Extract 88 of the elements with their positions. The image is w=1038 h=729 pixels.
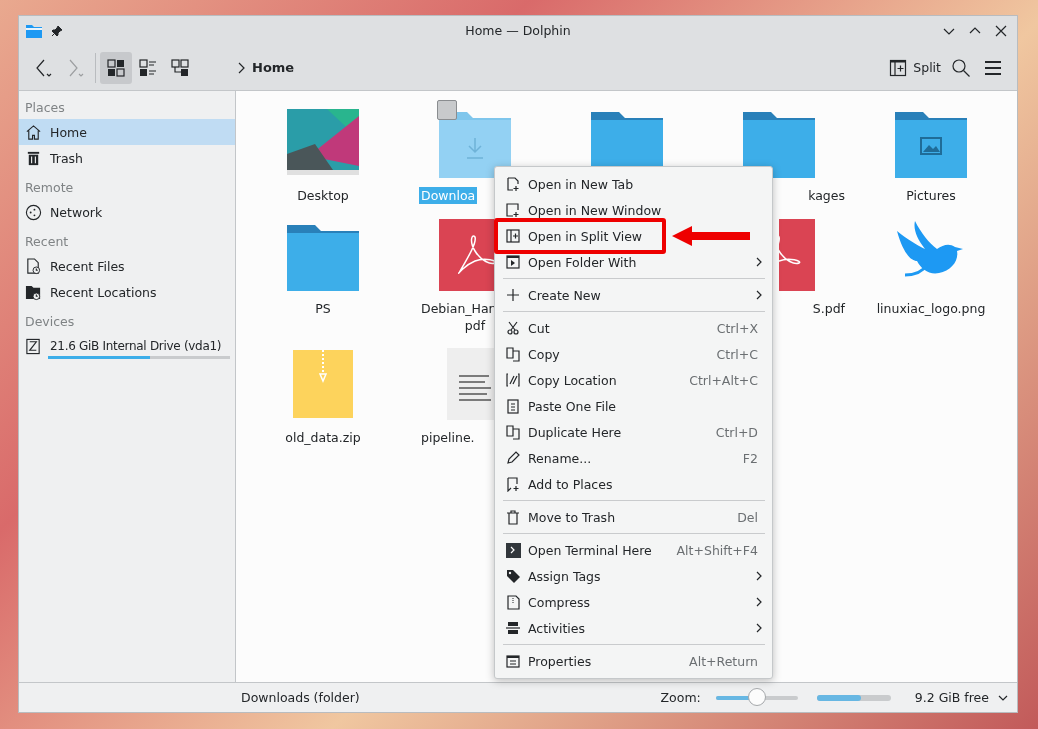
- chevron-right-icon: [236, 61, 246, 74]
- scissors-icon: [505, 320, 521, 336]
- bookmark-add-icon: [505, 476, 521, 492]
- search-icon: [951, 57, 971, 78]
- menu-item[interactable]: Paste One File: [495, 393, 772, 419]
- file-name[interactable]: pdf: [464, 318, 486, 333]
- section-heading: Places: [24, 99, 66, 117]
- file-name[interactable]: Desktop: [295, 187, 351, 204]
- file-name[interactable]: PS: [313, 300, 333, 317]
- terminal-icon: [505, 542, 521, 558]
- sidebar-item[interactable]: 21.6 GiB Internal Drive (vda1): [19, 333, 235, 359]
- menu-item[interactable]: Open in New Window: [495, 197, 772, 223]
- sidebar-item[interactable]: Recent Files: [19, 253, 235, 279]
- section-heading: Remote: [24, 179, 75, 197]
- menu-item[interactable]: Copy Ctrl+C: [495, 341, 772, 367]
- sidebar-item[interactable]: Recent Locations: [19, 279, 235, 305]
- menu-item[interactable]: Properties Alt+Return: [495, 648, 772, 674]
- section-heading: Recent: [24, 233, 70, 251]
- menu-item[interactable]: Move to Trash Del: [495, 504, 772, 530]
- shortcut-label: Alt+Return: [689, 653, 759, 669]
- file-name[interactable]: Pictures: [904, 187, 958, 204]
- shortcut-label: Ctrl+C: [716, 346, 759, 362]
- tree-view-icon: [170, 57, 190, 78]
- tag-icon: [505, 568, 521, 584]
- plus-icon: [505, 287, 521, 303]
- shortcut-label: F2: [742, 450, 759, 466]
- home-icon: [25, 123, 42, 141]
- menu-item[interactable]: Compress: [495, 589, 772, 615]
- trash-icon: [25, 149, 42, 167]
- duplicate-icon: [505, 424, 521, 440]
- split-button[interactable]: Split: [885, 51, 945, 84]
- wallpaper-thumbnail: [287, 106, 359, 178]
- sidebar-item[interactable]: Home: [19, 119, 235, 145]
- menu-item[interactable]: Open Terminal Here Alt+Shift+F4: [495, 537, 772, 563]
- status-text: Downloads (folder): [241, 690, 361, 705]
- sidebar-item[interactable]: Network: [19, 199, 235, 225]
- window-title: Home — Dolphin: [464, 23, 572, 38]
- drive-icon: [25, 337, 42, 355]
- split-view-icon: [889, 58, 908, 77]
- shortcut-label: Del: [737, 509, 759, 525]
- selection-toggle[interactable]: [437, 100, 457, 120]
- free-space-label: 9.2 GiB free: [914, 690, 989, 705]
- shortcut-label: Alt+Shift+F4: [676, 542, 759, 558]
- new-window-icon: [505, 202, 521, 218]
- activities-icon: [505, 620, 521, 636]
- menu-item[interactable]: Open Folder With: [495, 249, 772, 275]
- menu-item[interactable]: Cut Ctrl+X: [495, 315, 772, 341]
- pencil-icon: [505, 450, 521, 466]
- clipboard-icon: [505, 398, 521, 414]
- section-heading: Devices: [24, 313, 76, 331]
- recent-file-icon: [25, 257, 42, 275]
- menu-item[interactable]: Add to Places: [495, 471, 772, 497]
- file-name[interactable]: kages: [806, 187, 847, 204]
- properties-icon: [505, 653, 521, 669]
- file-name[interactable]: S.pdf: [810, 300, 847, 317]
- slider-handle[interactable]: [747, 687, 766, 706]
- shortcut-label: Ctrl+X: [716, 320, 759, 336]
- icons-view-icon: [106, 57, 126, 78]
- breadcrumb-link[interactable]: Home: [252, 60, 295, 75]
- copy-location-icon: [505, 372, 521, 388]
- menu-item[interactable]: Duplicate Here Ctrl+D: [495, 419, 772, 445]
- shortcut-label: Ctrl+Alt+C: [689, 372, 759, 388]
- file-name[interactable]: pipeline.: [419, 429, 477, 446]
- compress-icon: [505, 594, 521, 610]
- recent-folder-icon: [25, 283, 42, 301]
- trash-icon: [505, 509, 521, 525]
- copy-icon: [505, 346, 521, 362]
- menu-item[interactable]: Create New: [495, 282, 772, 308]
- file-name[interactable]: linuxiac_logo.png: [874, 300, 988, 317]
- new-tab-icon: [505, 176, 521, 192]
- details-view-icon: [138, 57, 158, 78]
- open-with-icon: [505, 254, 521, 270]
- zoom-label: Zoom:: [660, 690, 701, 705]
- network-icon: [25, 203, 42, 221]
- menu-item[interactable]: Open in Split View: [495, 223, 772, 249]
- view-mode-button[interactable]: [100, 51, 132, 84]
- pdf-file-icon: [779, 219, 815, 291]
- pin-icon[interactable]: [51, 24, 63, 37]
- folder-icon: [25, 22, 43, 39]
- menu-item[interactable]: Rename... F2: [495, 445, 772, 471]
- menu-item[interactable]: Open in New Tab: [495, 171, 772, 197]
- split-view-icon: [505, 228, 521, 244]
- file-name[interactable]: old_data.zip: [283, 429, 363, 446]
- menu-item[interactable]: Activities: [495, 615, 772, 641]
- sidebar-item[interactable]: Trash: [19, 145, 235, 171]
- menu-item[interactable]: Copy Location Ctrl+Alt+C: [495, 367, 772, 393]
- shortcut-label: Ctrl+D: [715, 424, 759, 440]
- menu-item[interactable]: Assign Tags: [495, 563, 772, 589]
